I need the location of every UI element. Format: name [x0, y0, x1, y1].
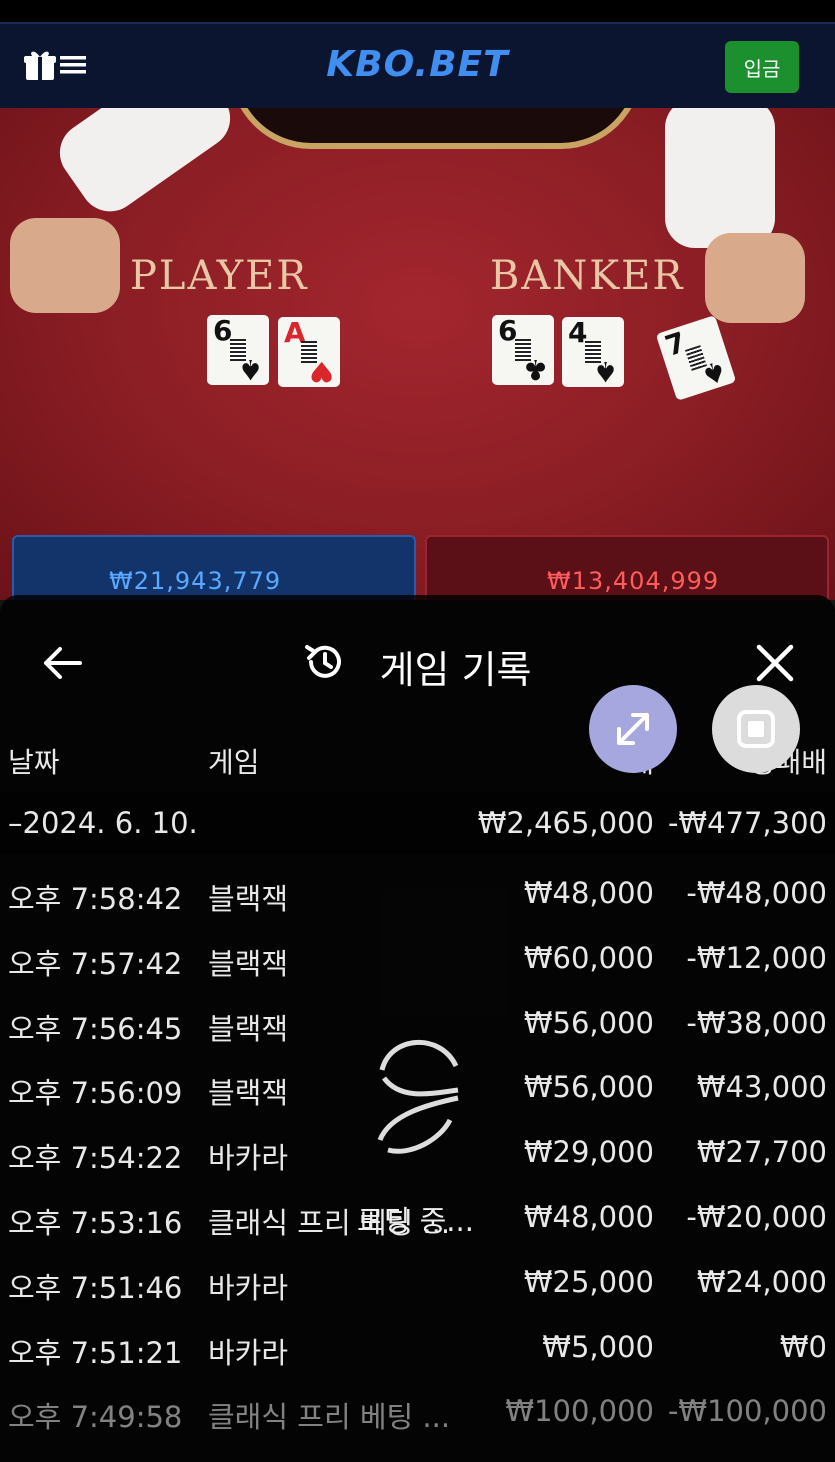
row-bet: ₩56,000 [523, 1005, 654, 1040]
row-win: -₩12,000 [686, 940, 827, 975]
row-bet: ₩100,000 [505, 1394, 654, 1429]
close-icon[interactable] [755, 643, 795, 683]
row-win: -₩100,000 [667, 1394, 827, 1429]
player-zone-label: PLAYER [130, 253, 309, 299]
deposit-button[interactable]: 입금 [725, 41, 799, 93]
row-game: 블랙잭 [208, 946, 289, 981]
row-bet: ₩25,000 [523, 1264, 654, 1299]
column-game: 게임 [208, 746, 260, 779]
card-suit: ♠ [237, 353, 263, 386]
loading-text: 로딩 중... [357, 1204, 474, 1238]
card-rank: 7 [661, 325, 690, 363]
row-bet: ₩56,000 [523, 1070, 654, 1105]
date-group-win-total: -₩477,300 [667, 806, 827, 840]
stop-button[interactable] [712, 685, 800, 773]
row-time: 오후 7:56:45 [8, 1011, 183, 1046]
row-bet: ₩5,000 [542, 1329, 654, 1364]
history-row[interactable]: 오후 7:51:21 바카라 ₩5,000 ₩0 [0, 1316, 835, 1378]
row-win: ₩27,700 [696, 1135, 827, 1170]
brand-logo[interactable]: KBO.BET [0, 44, 835, 85]
banker-total: ₩13,404,999 [547, 567, 720, 595]
card-suit: ♠ [696, 353, 731, 393]
row-game: 클래식 프리 베팅 ... [208, 1400, 451, 1435]
banker-card: 7 ♠ [655, 315, 737, 401]
row-win: -₩20,000 [686, 1200, 827, 1234]
sheet-header: 게임 기록 [0, 595, 835, 735]
table-rim [230, 108, 642, 149]
row-time: 오후 7:56:09 [8, 1076, 183, 1111]
row-game: 바카라 [208, 1141, 289, 1176]
row-time: 오후 7:51:46 [8, 1270, 183, 1305]
card-suit: ♣ [522, 353, 548, 386]
row-game: 블랙잭 [208, 1011, 289, 1046]
history-column-header: 날짜 게임 배 승패배 [0, 727, 835, 789]
status-bar [0, 0, 835, 22]
player-card: 6 ♠ [207, 315, 269, 386]
player-card: A ♥ [278, 317, 340, 388]
stop-icon [737, 710, 775, 748]
date-group-bet-total: ₩2,465,000 [477, 806, 654, 840]
expand-button[interactable] [589, 685, 677, 773]
banker-card: 4 ♠ [562, 317, 624, 388]
dealer-right-arm [665, 108, 775, 248]
row-win: -₩38,000 [686, 1005, 827, 1040]
row-game: 블랙잭 [208, 882, 289, 916]
card-suit: ♥ [308, 355, 334, 388]
row-bet: ₩48,000 [523, 1200, 654, 1234]
dealer-left-arm [48, 108, 242, 224]
row-time: 오후 7:49:58 [8, 1400, 183, 1435]
row-win: ₩43,000 [696, 1070, 827, 1105]
history-row[interactable]: 오후 7:58:42 블랙잭 ₩48,000 -₩48,000 [0, 862, 835, 924]
row-time: 오후 7:51:21 [8, 1335, 183, 1370]
row-time: 오후 7:54:22 [8, 1141, 183, 1176]
banker-card: 6 ♣ [492, 315, 554, 386]
row-win: ₩0 [779, 1329, 827, 1364]
row-time: 오후 7:53:16 [8, 1206, 183, 1240]
row-bet: ₩48,000 [523, 876, 654, 910]
row-win: ₩24,000 [696, 1264, 827, 1299]
row-game: 바카라 [208, 1335, 289, 1370]
dealer-left-hand [10, 218, 120, 313]
player-total: ₩21,943,779 [109, 567, 282, 595]
banker-zone-label: BANKER [490, 253, 685, 299]
history-row[interactable]: 오후 7:51:46 바카라 ₩25,000 ₩24,000 [0, 1251, 835, 1313]
row-time: 오후 7:57:42 [8, 946, 183, 981]
date-group-row[interactable]: –2024. 6. 10. ₩2,465,000 -₩477,300 [0, 792, 835, 854]
top-navigation: KBO.BET 입금 [0, 22, 835, 108]
date-group-label: –2024. 6. 10. [8, 806, 198, 840]
history-row[interactable]: 오후 7:49:58 클래식 프리 베팅 ... ₩100,000 -₩100,000 [0, 1380, 835, 1442]
expand-icon [617, 713, 649, 745]
row-game: 바카라 [208, 1270, 289, 1305]
sheet-title: 게임 기록 [0, 639, 835, 694]
row-bet: ₩60,000 [523, 940, 654, 975]
history-icon [303, 641, 345, 692]
live-game-video: PLAYER BANKER 6 ♠ A ♥ 6 ♣ 4 ♠ 7 ♠ [0, 108, 835, 608]
row-win: -₩48,000 [686, 876, 827, 910]
loading-spinner-icon [370, 1030, 466, 1160]
row-bet: ₩29,000 [523, 1135, 654, 1170]
card-suit: ♠ [592, 355, 618, 388]
column-date: 날짜 [8, 746, 60, 779]
row-game: 블랙잭 [208, 1076, 289, 1111]
sheet-title-text: 게임 기록 [379, 648, 532, 692]
history-row[interactable]: 오후 7:57:42 블랙잭 ₩60,000 -₩12,000 [0, 927, 835, 989]
row-time: 오후 7:58:42 [8, 882, 183, 916]
dealer-right-hand [705, 233, 805, 323]
